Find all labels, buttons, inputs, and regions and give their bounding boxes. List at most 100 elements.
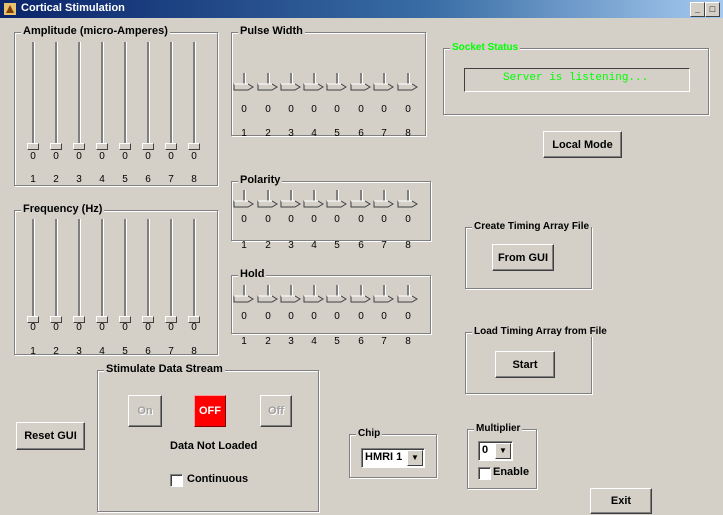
polarity-slider-1[interactable] bbox=[233, 190, 255, 212]
slider-thumb[interactable] bbox=[96, 143, 108, 150]
frequency-slider-6[interactable] bbox=[142, 219, 154, 323]
hold-slider-8[interactable] bbox=[397, 285, 419, 307]
amplitude-slider-3[interactable] bbox=[73, 42, 85, 150]
slider-pointer-icon[interactable] bbox=[350, 200, 372, 208]
pulse_width-slider-6[interactable] bbox=[350, 73, 372, 95]
slider-track bbox=[32, 42, 35, 150]
amplitude-slider-2[interactable] bbox=[50, 42, 62, 150]
hold-slider-1[interactable] bbox=[233, 285, 255, 307]
slider-pointer-icon[interactable] bbox=[373, 83, 395, 91]
frequency-slider-1[interactable] bbox=[27, 219, 39, 323]
title-bar[interactable]: Cortical Stimulation _ □ bbox=[0, 0, 723, 18]
slider-track bbox=[32, 219, 35, 323]
frequency-slider-7[interactable] bbox=[165, 219, 177, 323]
chip-select-value: HMRI 1 bbox=[365, 451, 403, 463]
slider-thumb[interactable] bbox=[119, 143, 131, 150]
amplitude-slider-1[interactable] bbox=[27, 42, 39, 150]
pulse_width-slider-1[interactable] bbox=[233, 73, 255, 95]
slider-pointer-icon[interactable] bbox=[373, 200, 395, 208]
chip-select[interactable]: HMRI 1 ▼ bbox=[361, 448, 425, 468]
frequency-slider-5[interactable] bbox=[119, 219, 131, 323]
from-gui-button[interactable]: From GUI bbox=[492, 244, 554, 271]
off-button[interactable]: Off bbox=[260, 395, 292, 427]
slider-pointer-icon[interactable] bbox=[303, 295, 325, 303]
pulse_width-slider-3[interactable] bbox=[280, 73, 302, 95]
slider-thumb[interactable] bbox=[165, 143, 177, 150]
slider-pointer-icon[interactable] bbox=[326, 295, 348, 303]
frequency-channel-1: 1 bbox=[30, 346, 36, 357]
slider-pointer-icon[interactable] bbox=[233, 295, 255, 303]
slider-pointer-icon[interactable] bbox=[233, 83, 255, 91]
slider-pointer-icon[interactable] bbox=[350, 295, 372, 303]
polarity-slider-2[interactable] bbox=[257, 190, 279, 212]
start-button[interactable]: Start bbox=[495, 351, 555, 378]
enable-checkbox[interactable] bbox=[478, 467, 491, 480]
multiplier-select-value: 0 bbox=[482, 444, 489, 456]
slider-thumb[interactable] bbox=[142, 143, 154, 150]
slider-pointer-icon[interactable] bbox=[350, 83, 372, 91]
hold-slider-4[interactable] bbox=[303, 285, 325, 307]
continuous-checkbox[interactable] bbox=[170, 474, 183, 487]
amplitude-slider-7[interactable] bbox=[165, 42, 177, 150]
amplitude-slider-4[interactable] bbox=[96, 42, 108, 150]
pulse_width-slider-5[interactable] bbox=[326, 73, 348, 95]
polarity-slider-6[interactable] bbox=[350, 190, 372, 212]
hold-slider-7[interactable] bbox=[373, 285, 395, 307]
slider-pointer-icon[interactable] bbox=[397, 83, 419, 91]
reset-gui-button[interactable]: Reset GUI bbox=[16, 422, 85, 450]
polarity-slider-3[interactable] bbox=[280, 190, 302, 212]
chevron-down-icon[interactable]: ▼ bbox=[495, 443, 511, 459]
pulse_width-slider-4[interactable] bbox=[303, 73, 325, 95]
slider-thumb[interactable] bbox=[188, 143, 200, 150]
slider-pointer-icon[interactable] bbox=[257, 83, 279, 91]
slider-pointer-icon[interactable] bbox=[303, 83, 325, 91]
slider-pointer-icon[interactable] bbox=[280, 200, 302, 208]
slider-pointer-icon[interactable] bbox=[397, 200, 419, 208]
multiplier-select[interactable]: 0 ▼ bbox=[478, 441, 513, 461]
slider-pointer-icon[interactable] bbox=[303, 200, 325, 208]
hold-slider-3[interactable] bbox=[280, 285, 302, 307]
amplitude-slider-6[interactable] bbox=[142, 42, 154, 150]
slider-pointer-icon[interactable] bbox=[280, 295, 302, 303]
app-icon bbox=[4, 3, 16, 15]
frequency-slider-4[interactable] bbox=[96, 219, 108, 323]
pulse_width-slider-7[interactable] bbox=[373, 73, 395, 95]
slider-pointer-icon[interactable] bbox=[326, 200, 348, 208]
minimize-button[interactable]: _ bbox=[690, 2, 705, 17]
slider-pointer-icon[interactable] bbox=[257, 200, 279, 208]
slider-pointer-icon[interactable] bbox=[233, 200, 255, 208]
slider-pointer-icon[interactable] bbox=[373, 295, 395, 303]
slider-track bbox=[193, 219, 196, 323]
polarity-slider-7[interactable] bbox=[373, 190, 395, 212]
pulse_width-slider-2[interactable] bbox=[257, 73, 279, 95]
polarity-slider-4[interactable] bbox=[303, 190, 325, 212]
frequency-channel-7: 7 bbox=[168, 346, 174, 357]
on-button[interactable]: On bbox=[128, 395, 162, 427]
amplitude-slider-8[interactable] bbox=[188, 42, 200, 150]
hold-slider-2[interactable] bbox=[257, 285, 279, 307]
amplitude-slider-5[interactable] bbox=[119, 42, 131, 150]
frequency-slider-8[interactable] bbox=[188, 219, 200, 323]
polarity-channel-1: 1 bbox=[241, 240, 247, 251]
slider-thumb[interactable] bbox=[27, 143, 39, 150]
polarity-slider-8[interactable] bbox=[397, 190, 419, 212]
exit-button[interactable]: Exit bbox=[590, 488, 652, 514]
polarity-slider-5[interactable] bbox=[326, 190, 348, 212]
pulse_width-slider-8[interactable] bbox=[397, 73, 419, 95]
hold-slider-5[interactable] bbox=[326, 285, 348, 307]
hold-slider-6[interactable] bbox=[350, 285, 372, 307]
slider-pointer-icon[interactable] bbox=[257, 295, 279, 303]
slider-thumb[interactable] bbox=[73, 143, 85, 150]
pulse_width-channel-6: 6 bbox=[358, 128, 364, 139]
off-red-button[interactable]: OFF bbox=[194, 395, 226, 427]
frequency-slider-3[interactable] bbox=[73, 219, 85, 323]
slider-pointer-icon[interactable] bbox=[326, 83, 348, 91]
maximize-button[interactable]: □ bbox=[705, 2, 720, 17]
local-mode-button[interactable]: Local Mode bbox=[543, 131, 622, 158]
slider-thumb[interactable] bbox=[50, 143, 62, 150]
slider-pointer-icon[interactable] bbox=[397, 295, 419, 303]
slider-pointer-icon[interactable] bbox=[280, 83, 302, 91]
frequency-slider-2[interactable] bbox=[50, 219, 62, 323]
chevron-down-icon[interactable]: ▼ bbox=[407, 450, 423, 466]
frequency-value-2: 0 bbox=[53, 322, 59, 333]
